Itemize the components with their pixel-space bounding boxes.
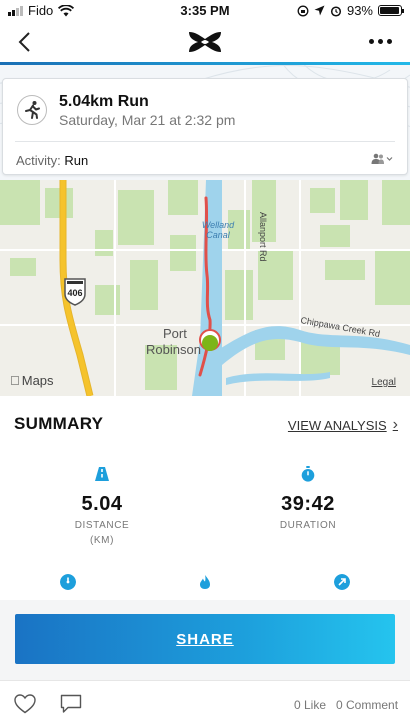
activity-row: Activity: Run bbox=[16, 153, 88, 168]
distance-value: 5.04 bbox=[81, 493, 123, 515]
location-arrow-icon bbox=[314, 5, 325, 16]
duration-value: 39:42 bbox=[281, 493, 335, 515]
duration-label: DURATION bbox=[279, 520, 337, 531]
activity-label: Activity: bbox=[16, 153, 61, 168]
town-label-line1: Port bbox=[163, 326, 187, 341]
more-stats-row bbox=[0, 574, 410, 594]
summary-header: SUMMARY VIEW ANALYSIS › bbox=[0, 410, 410, 436]
summary-title: SUMMARY bbox=[14, 414, 104, 433]
battery-icon bbox=[378, 5, 404, 16]
speed-arrow-icon bbox=[334, 574, 350, 590]
route-map[interactable]: 406 Welland Canal Allanport Rd Port Robi… bbox=[0, 180, 410, 396]
more-dots-icon[interactable] bbox=[369, 39, 392, 44]
stat-duration: 39:42 DURATION bbox=[238, 466, 378, 531]
activity-value: Run bbox=[64, 153, 89, 168]
road-label: Allanport Rd bbox=[258, 212, 268, 262]
pace-gauge-icon bbox=[60, 574, 76, 590]
alarm-icon bbox=[330, 5, 342, 17]
distance-unit: (KM) bbox=[89, 535, 115, 546]
under-armour-logo bbox=[189, 32, 221, 52]
stopwatch-icon bbox=[301, 466, 315, 482]
road-icon bbox=[95, 467, 109, 481]
workout-title: 5.04km Run bbox=[59, 93, 149, 110]
highway-406-shield: 406 bbox=[62, 276, 88, 306]
highway-number: 406 bbox=[67, 288, 83, 298]
status-bar: Fido 3:35 PM 93% bbox=[0, 0, 410, 22]
social-bar: 0 Like 0 Comment bbox=[0, 680, 410, 725]
view-analysis-label: VIEW ANALYSIS bbox=[287, 417, 387, 433]
friends-privacy-icon[interactable] bbox=[371, 153, 393, 165]
status-right: 93% bbox=[297, 3, 404, 18]
card-divider bbox=[15, 141, 395, 142]
running-person-icon bbox=[17, 95, 47, 125]
share-button[interactable]: SHARE bbox=[15, 614, 395, 664]
view-analysis-link[interactable]: VIEW ANALYSIS › bbox=[288, 416, 398, 434]
distance-label: DISTANCE bbox=[74, 520, 130, 531]
canal-label: Welland Canal bbox=[201, 220, 235, 240]
workout-card: 5.04km Run Saturday, Mar 21 at 2:32 pm A… bbox=[2, 78, 408, 175]
comment-bubble-icon[interactable] bbox=[60, 694, 82, 714]
comment-count[interactable]: 0 Comment bbox=[336, 698, 398, 712]
town-label-line2: Robinson bbox=[146, 342, 201, 357]
maps-provider: Maps bbox=[12, 373, 54, 388]
flame-calories-icon bbox=[200, 575, 210, 589]
chevron-right-icon: › bbox=[392, 416, 398, 433]
chevron-left-icon[interactable] bbox=[14, 30, 36, 54]
heart-icon[interactable] bbox=[14, 694, 36, 714]
lock-rotation-icon bbox=[297, 5, 309, 16]
stat-distance: 5.04 DISTANCE (KM) bbox=[32, 466, 172, 546]
like-count[interactable]: 0 Like bbox=[294, 698, 326, 712]
apple-maps-logo:  Maps bbox=[10, 373, 54, 388]
nav-bar bbox=[0, 22, 410, 62]
battery-percent: 93% bbox=[346, 3, 373, 18]
workout-date: Saturday, Mar 21 at 2:32 pm bbox=[59, 112, 236, 128]
legal-link[interactable]: Legal bbox=[372, 377, 396, 388]
apple-logo-icon:  bbox=[10, 373, 20, 388]
